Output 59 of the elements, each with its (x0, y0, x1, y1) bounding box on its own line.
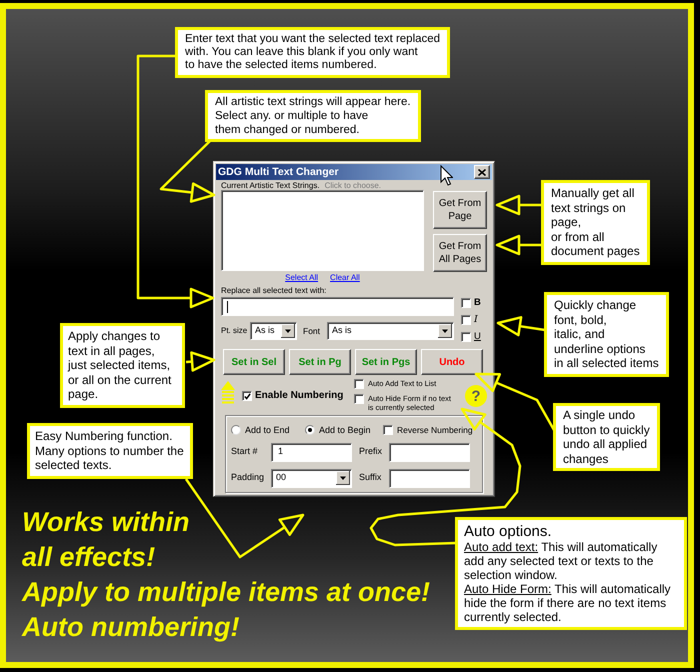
checkbox-label: Enable Numbering (255, 391, 344, 401)
padding-dropdown[interactable]: 00 (271, 468, 352, 488)
callout-text: Auto add text: This will automatically add any selected text or texts to the selection window. (464, 540, 658, 582)
hint-text: Click to choose. (324, 182, 382, 190)
prefix-field[interactable] (389, 442, 470, 462)
text-link[interactable]: Clear All (330, 274, 360, 282)
font-dropdown[interactable]: As is (327, 322, 454, 340)
field-label: Font (303, 324, 322, 338)
radio-label: Add to Begin (319, 426, 371, 434)
get-strings-button[interactable]: Get From All Pages (433, 234, 487, 272)
field-label: Start # (231, 445, 259, 458)
field-label: Prefix (359, 445, 384, 458)
suffix-field[interactable] (389, 468, 470, 488)
callout-text: Apply changes to text in all pages, just selected items, or all on the current page. (68, 329, 172, 402)
replace-text-field[interactable] (221, 297, 454, 316)
start-number-field[interactable]: 1 (271, 442, 352, 462)
radio-button[interactable] (305, 425, 315, 435)
headline-text: Auto numbering! (22, 611, 240, 644)
field-label: Pt. size (221, 325, 248, 337)
checkbox[interactable] (461, 314, 471, 324)
radio-button[interactable] (231, 425, 241, 435)
callout-text: All artistic text strings will appear here. Select any. or multiple to have them changed or numbered. (215, 95, 411, 137)
text-link[interactable]: Select All (285, 274, 318, 282)
get-strings-button[interactable]: Get From Page (433, 191, 487, 229)
text-strings-list[interactable] (221, 190, 424, 271)
size-dropdown[interactable]: As is (250, 322, 297, 340)
caret-down-icon (281, 324, 295, 338)
checkbox-label: U (474, 332, 481, 342)
close-button[interactable] (474, 165, 490, 179)
mouse-pointer-icon (440, 165, 453, 186)
radio-label: Add to End (245, 426, 290, 434)
callout-text: Enter text that you want the selected text replaced with. You can leave this blank if you only want to have the selected items numbered. (185, 33, 440, 72)
callout-text: Easy Numbering function. Many options to number the selected texts. (35, 429, 185, 472)
checkbox-label: B (474, 298, 481, 308)
callout-title: Auto options. (464, 523, 553, 540)
headline-text: Works within all effects! (22, 506, 190, 574)
list-label: Current Artistic Text Strings. (221, 182, 320, 190)
checkbox[interactable] (354, 394, 364, 404)
striped-up-arrow-icon (221, 381, 235, 405)
checkbox[interactable] (461, 332, 471, 342)
field-label: Padding (231, 471, 266, 484)
field-label: Replace all selected text with: (221, 286, 328, 296)
checkbox[interactable] (242, 391, 252, 401)
checkbox[interactable] (383, 425, 393, 435)
checkbox-label: Reverse Numbering (397, 426, 473, 434)
close-icon (478, 168, 486, 176)
callout-text: Quickly change font, bold, italic, and underline options in all selected items (554, 298, 659, 370)
checkbox[interactable] (354, 379, 364, 389)
callout-text: Manually get all text strings on page, or from all document pages (551, 186, 640, 258)
caret-down-icon (336, 471, 350, 485)
window-title: GDG Multi Text Changer (218, 166, 339, 178)
headline-text: Apply to multiple items at once! (22, 576, 430, 609)
field-label: Suffix (359, 471, 382, 484)
callout-text: A single undo button to quickly undo all applied changes (563, 408, 650, 466)
callout-text: Auto Hide Form: This will automatically hide the form if there are no text items currently selected. (464, 582, 672, 624)
caret-down-icon (438, 324, 452, 338)
help-button[interactable]: ? (465, 385, 487, 407)
checkbox[interactable] (461, 298, 471, 308)
checkbox-label: I (474, 314, 478, 324)
